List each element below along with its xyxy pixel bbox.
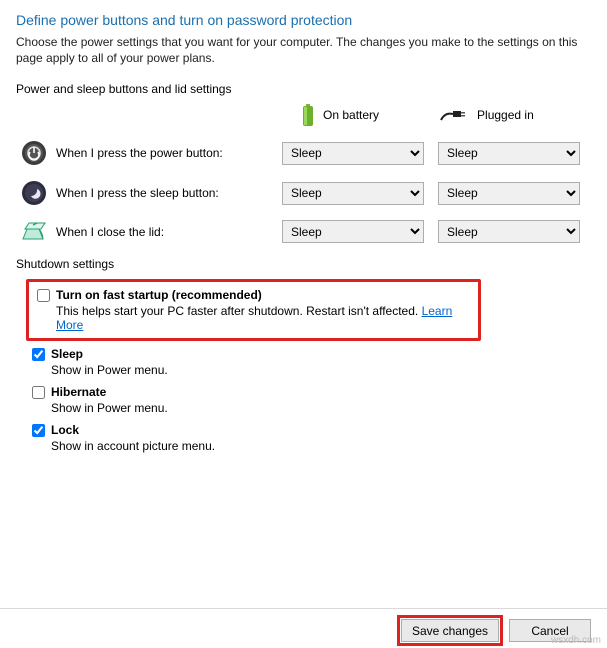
on-battery-label: On battery xyxy=(323,108,379,122)
lock-desc: Show in account picture menu. xyxy=(51,439,591,453)
footer-bar: Save changes Cancel xyxy=(0,608,607,642)
power-button-icon xyxy=(16,140,52,166)
columns-header: On battery Plugged in xyxy=(16,104,591,126)
power-button-row: When I press the power button: Do nothin… xyxy=(16,140,591,166)
plugged-in-header: Plugged in xyxy=(439,106,534,124)
lock-checkbox[interactable] xyxy=(32,424,45,437)
power-button-battery-select[interactable]: Do nothingSleepHibernateShut down xyxy=(282,142,424,165)
save-changes-button[interactable]: Save changes xyxy=(401,619,499,642)
power-button-label: When I press the power button: xyxy=(52,146,282,160)
battery-icon xyxy=(301,104,315,126)
hibernate-title: Hibernate xyxy=(51,385,106,399)
sleep-button-battery-select[interactable]: Do nothingSleepHibernateShut down xyxy=(282,182,424,205)
hibernate-checkbox[interactable] xyxy=(32,386,45,399)
shutdown-settings-label: Shutdown settings xyxy=(16,257,591,271)
fast-startup-highlight: Turn on fast startup (recommended) This … xyxy=(26,279,481,341)
lid-row: When I close the lid: Do nothingSleepHib… xyxy=(16,220,591,243)
sleep-button-label: When I press the sleep button: xyxy=(52,186,282,200)
fast-startup-title: Turn on fast startup (recommended) xyxy=(56,288,262,302)
lid-plugged-select[interactable]: Do nothingSleepHibernateShut down xyxy=(438,220,580,243)
plugged-in-label: Plugged in xyxy=(477,108,534,122)
lid-label: When I close the lid: xyxy=(52,225,282,239)
laptop-lid-icon xyxy=(16,221,52,243)
sleep-button-icon xyxy=(16,180,52,206)
hibernate-desc: Show in Power menu. xyxy=(51,401,591,415)
power-button-plugged-select[interactable]: Do nothingSleepHibernateShut down xyxy=(438,142,580,165)
page-subtitle: Choose the power settings that you want … xyxy=(16,34,586,66)
cancel-button[interactable]: Cancel xyxy=(509,619,591,642)
lid-battery-select[interactable]: Do nothingSleepHibernateShut down xyxy=(282,220,424,243)
sleep-title: Sleep xyxy=(51,347,83,361)
lock-title: Lock xyxy=(51,423,79,437)
sleep-desc: Show in Power menu. xyxy=(51,363,591,377)
fast-startup-desc: This helps start your PC faster after sh… xyxy=(56,304,422,318)
sleep-button-plugged-select[interactable]: Do nothingSleepHibernateShut down xyxy=(438,182,580,205)
sleep-button-row: When I press the sleep button: Do nothin… xyxy=(16,180,591,206)
page-title: Define power buttons and turn on passwor… xyxy=(16,12,591,28)
buttons-lid-section-label: Power and sleep buttons and lid settings xyxy=(16,82,591,96)
fast-startup-checkbox[interactable] xyxy=(37,289,50,302)
sleep-checkbox[interactable] xyxy=(32,348,45,361)
on-battery-header: On battery xyxy=(301,104,379,126)
plug-icon xyxy=(439,106,469,124)
